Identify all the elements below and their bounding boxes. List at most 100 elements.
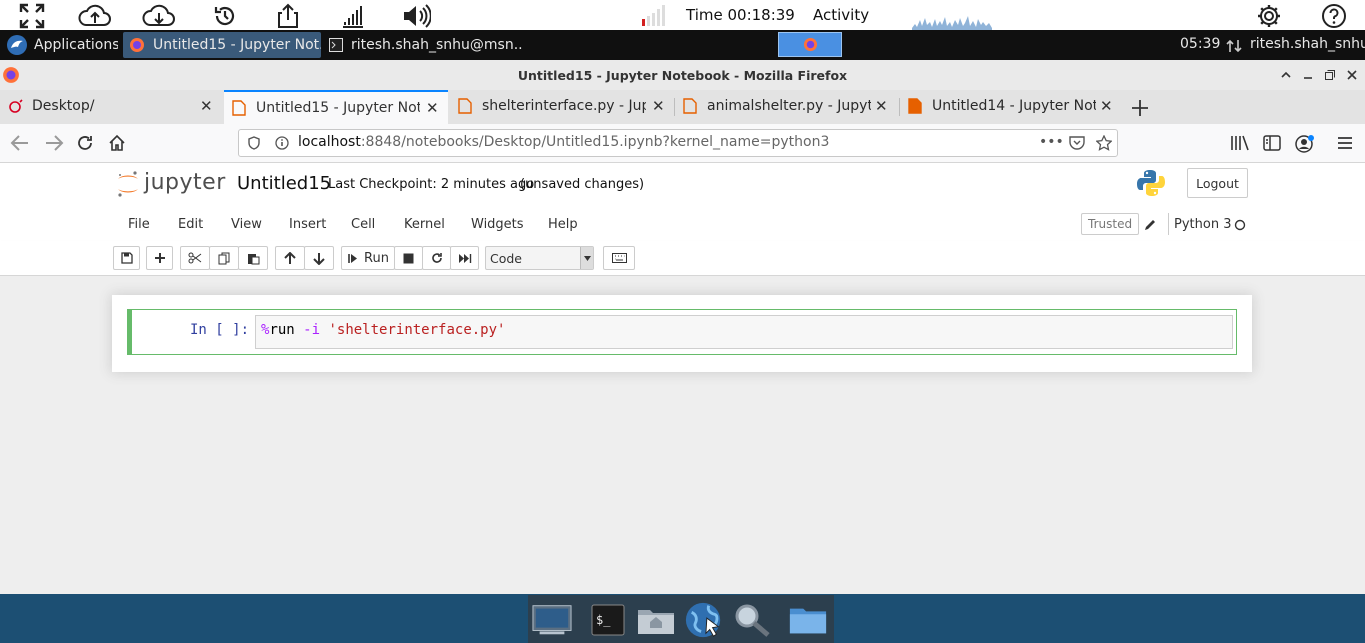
tab-untitled15[interactable]: Untitled15 - Jupyter Notebook ✕	[224, 90, 448, 124]
taskbar-item-label: ritesh.shah_snhu@msn...	[351, 37, 523, 53]
menu-kernel[interactable]: Kernel	[404, 217, 445, 232]
command-palette-button[interactable]	[603, 246, 635, 270]
save-button[interactable]	[113, 246, 140, 270]
search-app-icon[interactable]	[732, 601, 772, 639]
code-cell[interactable]: In [ ]: %run -i 'shelterinterface.py'	[127, 309, 1237, 355]
volume-icon[interactable]	[399, 2, 433, 30]
home-icon[interactable]	[108, 134, 126, 152]
forward-icon[interactable]	[44, 134, 64, 152]
tab-close-icon[interactable]: ✕	[875, 97, 888, 115]
logout-button[interactable]: Logout	[1187, 168, 1248, 198]
code-token-operator: -i	[303, 322, 321, 338]
settings-icon[interactable]	[1252, 2, 1286, 30]
history-icon[interactable]	[208, 2, 242, 30]
paste-button[interactable]	[238, 246, 268, 270]
tab-untitled14[interactable]: Untitled14 - Jupyter Notebook ✕	[900, 90, 1124, 122]
restore-icon[interactable]	[1324, 69, 1336, 81]
insert-cell-button[interactable]	[146, 246, 173, 270]
url-host: localhost	[298, 134, 361, 150]
tab-shelterinterface[interactable]: shelterinterface.py - Jupyter ✕	[450, 90, 674, 122]
tab-close-icon[interactable]: ✕	[1100, 97, 1113, 115]
taskbar-item-firefox[interactable]: Untitled15 - Jupyter Not...	[123, 32, 321, 58]
close-window-icon[interactable]	[1346, 69, 1358, 81]
remote-toolbar: Time 00:18:39 Activity	[0, 0, 1365, 31]
cut-button[interactable]	[180, 246, 210, 270]
library-icon[interactable]	[1230, 135, 1250, 151]
window-up-icon[interactable]	[1280, 69, 1292, 81]
tab-desktop[interactable]: Desktop/ ✕	[0, 90, 224, 122]
taskbar-item-terminal[interactable]: ritesh.shah_snhu@msn...	[323, 32, 523, 58]
bookmark-star-icon[interactable]	[1096, 135, 1112, 151]
web-browser-icon[interactable]	[684, 601, 724, 639]
move-down-button[interactable]	[304, 246, 334, 270]
hamburger-menu-icon[interactable]	[1336, 135, 1354, 151]
sidebar-icon[interactable]	[1263, 135, 1281, 151]
account-icon[interactable]	[1295, 134, 1315, 154]
notebook-name[interactable]: Untitled15	[237, 173, 331, 194]
menu-view[interactable]: View	[231, 217, 262, 232]
jupyter-logo[interactable]: jupyter	[116, 169, 226, 199]
fullscreen-icon[interactable]	[15, 2, 49, 30]
tab-label: Untitled14 - Jupyter Notebook	[932, 98, 1096, 114]
panel-clock[interactable]: 05:39	[1180, 36, 1220, 52]
tab-close-icon[interactable]: ✕	[426, 99, 439, 117]
menu-insert[interactable]: Insert	[289, 217, 326, 232]
back-icon[interactable]	[10, 134, 30, 152]
copy-button[interactable]	[209, 246, 239, 270]
minimize-icon[interactable]	[1302, 69, 1314, 81]
tab-label: animalshelter.py - Jupyter	[707, 98, 871, 114]
arrow-down-icon	[313, 252, 325, 265]
desktop-panel: Applications Untitled15 - Jupyter Not...…	[0, 30, 1365, 60]
url-bar[interactable]: localhost:8848/notebooks/Desktop/Untitle…	[238, 129, 1118, 157]
menu-file[interactable]: File	[128, 217, 150, 232]
checkpoint-status: Last Checkpoint: 2 minutes ago	[328, 177, 535, 192]
navigation-toolbar: localhost:8848/notebooks/Desktop/Untitle…	[0, 124, 1365, 163]
trusted-indicator[interactable]: Trusted	[1081, 213, 1140, 235]
reload-icon[interactable]	[76, 134, 94, 152]
latency-bars	[640, 4, 668, 26]
help-icon[interactable]	[1317, 2, 1351, 30]
workspace-switcher[interactable]	[778, 32, 842, 57]
site-info-icon[interactable]	[275, 136, 289, 150]
menu-widgets[interactable]: Widgets	[471, 217, 524, 232]
menu-edit[interactable]: Edit	[178, 217, 203, 232]
jupyter-header: jupyter Untitled15 Last Checkpoint: 2 mi…	[0, 163, 1365, 210]
file-manager-icon[interactable]	[788, 601, 828, 639]
new-tab-icon[interactable]	[1130, 98, 1150, 118]
scissors-icon	[188, 252, 202, 264]
kernel-name[interactable]: Python 3	[1174, 217, 1231, 232]
tab-close-icon[interactable]: ✕	[652, 97, 665, 115]
download-icon[interactable]	[142, 2, 176, 30]
tab-close-icon[interactable]: ✕	[200, 97, 213, 115]
menubar-divider	[1168, 213, 1169, 235]
restart-run-all-button[interactable]	[450, 246, 479, 270]
pocket-icon[interactable]	[1069, 136, 1085, 150]
cell-type-select[interactable]: Code	[485, 246, 594, 270]
arrow-up-icon	[284, 251, 296, 264]
share-icon[interactable]	[271, 2, 305, 30]
run-button-label: Run	[364, 250, 389, 266]
panel-user[interactable]: ritesh.shah_snhu	[1250, 36, 1365, 52]
edit-mode-pencil-icon	[1143, 218, 1157, 232]
tab-animalshelter[interactable]: animalshelter.py - Jupyter ✕	[675, 90, 899, 122]
move-up-button[interactable]	[275, 246, 305, 270]
tracking-shield-icon[interactable]	[247, 136, 261, 150]
restart-button[interactable]	[422, 246, 451, 270]
page-actions-icon[interactable]: •••	[1039, 134, 1064, 150]
run-button[interactable]: Run	[341, 246, 395, 270]
session-time: Time 00:18:39	[686, 6, 795, 24]
applications-menu[interactable]: Applications	[0, 32, 118, 58]
menu-cell[interactable]: Cell	[351, 217, 375, 232]
interrupt-button[interactable]	[394, 246, 423, 270]
plus-icon	[154, 253, 165, 263]
menu-help[interactable]: Help	[548, 217, 578, 232]
fast-forward-icon	[458, 253, 471, 263]
window-titlebar: Untitled15 - Jupyter Notebook - Mozilla …	[0, 60, 1365, 91]
signal-icon[interactable]	[336, 2, 370, 30]
terminal-app-icon[interactable]: $_	[588, 601, 628, 639]
upload-icon[interactable]	[78, 2, 112, 30]
code-editor[interactable]: %run -i 'shelterinterface.py'	[255, 315, 1233, 349]
show-desktop-icon[interactable]	[532, 601, 572, 639]
home-folder-icon[interactable]	[636, 601, 676, 639]
notebook-file-icon	[908, 98, 922, 114]
